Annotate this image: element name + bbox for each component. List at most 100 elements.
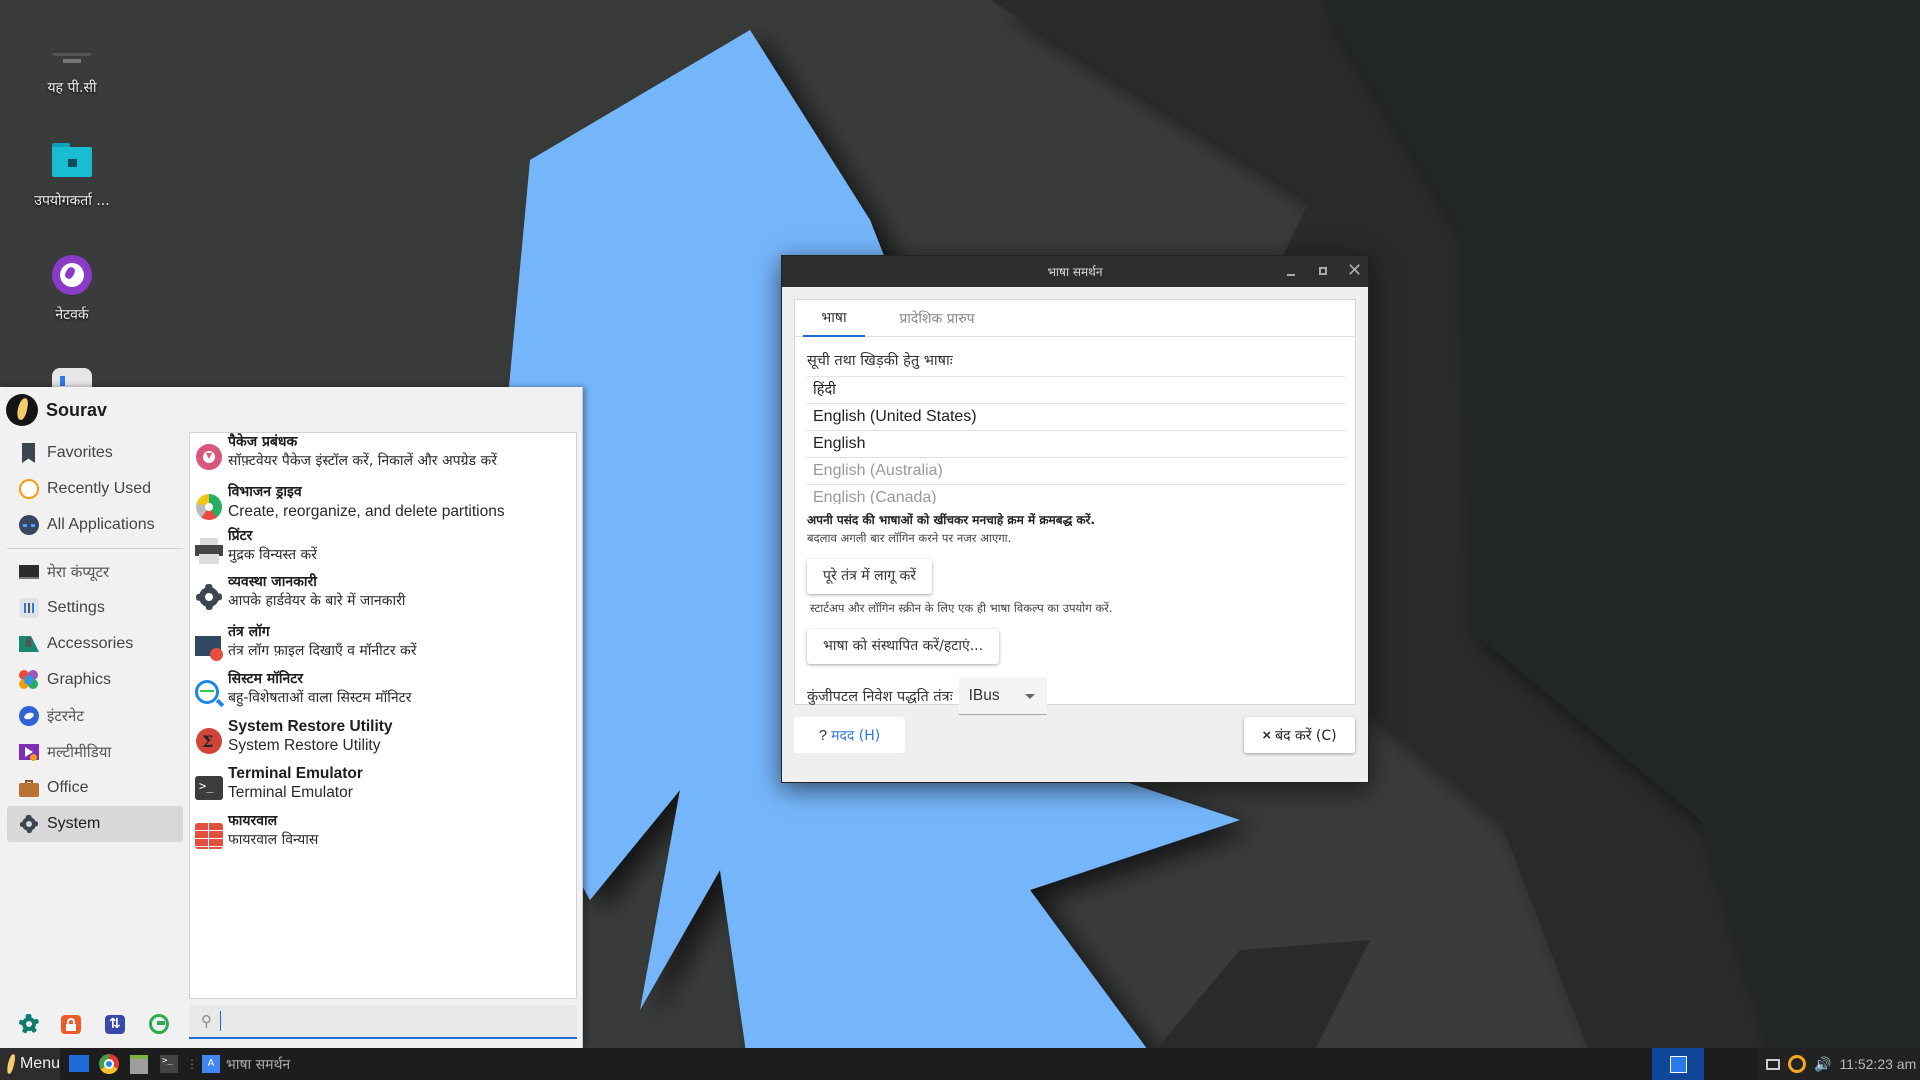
tab-language[interactable]: भाषा: [803, 300, 865, 337]
app-item-printer[interactable]: प्रिंटर मुद्रक विन्यस्त करें: [190, 527, 576, 573]
category-list: Favorites Recently Used All Applications…: [7, 435, 183, 842]
category-label: All Applications: [47, 516, 155, 533]
workspace-switcher[interactable]: [1652, 1048, 1704, 1080]
terminal-icon[interactable]: >_: [158, 1053, 180, 1075]
drag-hint: अपनी पसंद की भाषाओं को खींचकर मनचाहे क्र…: [807, 513, 1096, 527]
category-system[interactable]: System: [7, 806, 183, 842]
category-multimedia[interactable]: मल्टीमीडिया: [7, 734, 183, 770]
category-office[interactable]: Office: [7, 770, 183, 806]
app-description: System Restore Utility: [228, 737, 381, 754]
app-item-system-monitor[interactable]: सिस्टम मॉनिटर बहु-विशेषताओं वाला सिस्टम म…: [190, 670, 576, 717]
language-item[interactable]: English: [807, 431, 1345, 458]
drag-handle-icon: ⋮: [186, 1057, 198, 1071]
input-method-label: कुंजीपटल निवेश पद्धति तंत्रः: [807, 689, 953, 705]
category-accessories[interactable]: Accessories: [7, 626, 183, 662]
switch-user-icon[interactable]: ⇅: [105, 1013, 127, 1035]
desktop-icon-user-home[interactable]: उपयोगकर्ता ...: [12, 139, 132, 210]
app-item-terminal-emulator[interactable]: >_ Terminal Emulator Terminal Emulator: [190, 764, 576, 812]
computer-icon: [19, 562, 39, 582]
category-all-applications[interactable]: All Applications: [7, 507, 183, 543]
show-desktop-icon[interactable]: [68, 1053, 90, 1075]
close-button[interactable]: ✕: [1345, 260, 1363, 280]
app-description: Terminal Emulator: [228, 784, 353, 801]
lock-icon[interactable]: [61, 1013, 83, 1035]
desktop-icon-label: उपयोगकर्ता ...: [34, 193, 110, 209]
settings-icon: [19, 598, 39, 618]
maximize-button[interactable]: [1314, 262, 1332, 280]
help-icon: ?: [818, 726, 828, 744]
category-settings[interactable]: Settings: [7, 590, 183, 626]
category-label: Favorites: [47, 444, 113, 461]
app-item-system-information[interactable]: व्यवस्था जानकारी आपके हार्डवेयर के बारे म…: [190, 573, 576, 623]
language-icon: A: [202, 1055, 220, 1073]
desktop-icon-network[interactable]: नेटवर्क: [12, 253, 132, 324]
app-description: आपके हार्डवेयर के बारे में जानकारी: [228, 593, 406, 609]
terminal-icon: >_: [194, 773, 224, 803]
application-list: पैकेज प्रबंधक सॉफ़्टवेयर पैकेज इंस्टॉल कर…: [189, 432, 577, 999]
software-manager-icon[interactable]: [18, 1013, 40, 1035]
app-item-package-manager[interactable]: पैकेज प्रबंधक सॉफ़्टवेयर पैकेज इंस्टॉल कर…: [190, 433, 576, 483]
help-button[interactable]: ? मदद (H): [794, 717, 905, 753]
language-item[interactable]: English (Australia): [807, 458, 1345, 485]
desktop-icon-this-pc[interactable]: यह पी.सी: [12, 26, 132, 97]
category-graphics[interactable]: Graphics: [7, 662, 183, 698]
minimize-button[interactable]: [1282, 262, 1300, 280]
update-icon[interactable]: [1788, 1055, 1806, 1073]
user-header[interactable]: Sourav: [6, 393, 107, 427]
apply-system-wide-button[interactable]: पूरे तंत्र में लागू करें: [807, 559, 933, 594]
title-bar[interactable]: भाषा समर्थन ✕: [782, 256, 1368, 287]
apply-hint: स्टार्टअप और लॉगिन स्क्रीन के लिए एक ही …: [810, 601, 1113, 615]
app-name: विभाजन ड्राइव: [228, 484, 302, 500]
app-item-partition-drive[interactable]: विभाजन ड्राइव Create, reorganize, and del…: [190, 483, 576, 527]
content-panel: भाषा प्रादेशिक प्रारुप सूची तथा खिड़की ह…: [794, 299, 1356, 715]
category-label: Accessories: [47, 635, 134, 652]
category-favorites[interactable]: Favorites: [7, 435, 183, 471]
category-my-computer[interactable]: मेरा कंप्यूटर: [7, 554, 183, 590]
tab-regional-formats[interactable]: प्रादेशिक प्रारुप: [875, 300, 999, 337]
desktop-icon-label: यह पी.सी: [47, 80, 97, 96]
category-label: मल्टीमीडिया: [47, 743, 112, 761]
category-separator: [7, 548, 183, 549]
app-item-firewall[interactable]: फायरवाल फायरवाल विन्यास: [190, 812, 576, 860]
input-method-select[interactable]: IBus: [958, 677, 1047, 715]
language-list[interactable]: हिंदी English (United States) English En…: [807, 376, 1345, 504]
language-item[interactable]: हिंदी: [807, 377, 1345, 404]
language-tab-content: सूची तथा खिड़की हेतु भाषाः हिंदी English…: [795, 350, 1355, 715]
category-recently-used[interactable]: Recently Used: [7, 471, 183, 507]
language-item[interactable]: English (Canada): [807, 485, 1345, 504]
app-description: सॉफ़्टवेयर पैकेज इंस्टॉल करें, निकालें औ…: [228, 453, 497, 469]
clock-icon: [19, 479, 39, 499]
firewall-icon: [194, 821, 224, 851]
category-label: Settings: [47, 599, 105, 616]
restore-icon: Σ: [194, 726, 224, 756]
volume-icon[interactable]: 🔊: [1814, 1056, 1831, 1073]
input-method-row: कुंजीपटल निवेश पद्धति तंत्रः IBus: [807, 677, 1343, 715]
app-item-system-log[interactable]: तंत्र लॉग तंत्र लॉग फ़ाइल दिखाएँ व मॉनीटर…: [190, 623, 576, 670]
chevron-down-icon: [1024, 694, 1035, 699]
gear-icon: [194, 582, 224, 612]
search-input[interactable]: [220, 1011, 550, 1031]
close-dialog-button[interactable]: × बंद करें (C): [1244, 717, 1355, 753]
system-tray: 🔊 11:52:23 am: [1758, 1048, 1920, 1080]
briefcase-icon: [19, 778, 39, 798]
close-icon: ✕: [1347, 260, 1363, 280]
files-icon[interactable]: [128, 1053, 150, 1075]
gear-icon: [19, 814, 39, 834]
app-item-system-restore[interactable]: Σ System Restore Utility System Restore U…: [190, 717, 576, 764]
logout-icon[interactable]: [149, 1013, 171, 1035]
language-support-window: भाषा समर्थन ✕ भाषा प्रादेशिक प्रारुप सूच…: [781, 255, 1369, 783]
window-title: भाषा समर्थन: [1047, 265, 1103, 279]
display-icon[interactable]: [1766, 1058, 1780, 1070]
language-item[interactable]: English (United States): [807, 404, 1345, 431]
network-icon: [50, 253, 94, 297]
clock[interactable]: 11:52:23 am: [1839, 1056, 1916, 1072]
menu-button[interactable]: Menu: [0, 1048, 60, 1080]
category-internet[interactable]: इंटरनेट: [7, 698, 183, 734]
minimize-icon: [1287, 274, 1295, 276]
taskbar-window-language-support[interactable]: ⋮ A भाषा समर्थन: [186, 1055, 290, 1074]
category-label: Graphics: [47, 671, 112, 688]
chrome-icon[interactable]: [98, 1053, 120, 1075]
menu-search-field[interactable]: ⚲: [189, 1005, 577, 1039]
menu-logo-icon: [5, 1053, 16, 1075]
install-remove-languages-button[interactable]: भाषा को संस्थापित करें/हटाएं...: [807, 629, 1000, 664]
